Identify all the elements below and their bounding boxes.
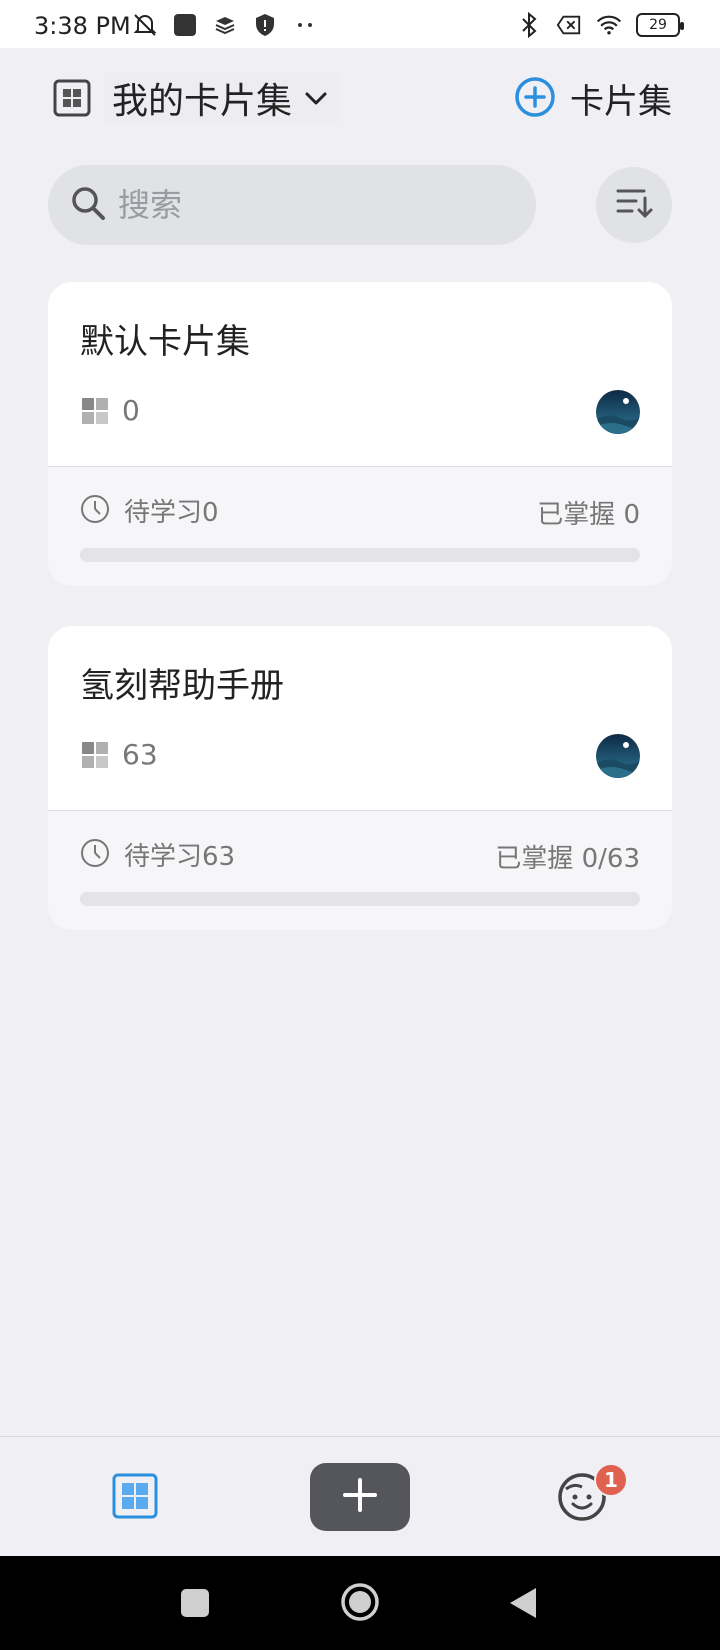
card-count-row: 63 [82,738,158,771]
card-top [48,626,672,810]
smiley-face-icon [556,1473,608,1527]
collection-card[interactable]: 默认卡片集 0 待学习0 已掌握 0 [48,282,672,586]
mastered-text: 已掌握 0 [537,500,640,530]
progress-bar [80,548,640,562]
cards-grid-icon [82,397,108,424]
card-count-row: 0 [82,394,140,427]
plus-icon [342,1477,378,1517]
sort-icon [615,186,653,224]
sort-button[interactable] [596,167,672,243]
card-top [48,282,672,466]
collection-selector[interactable]: 我的卡片集 [104,72,341,124]
back-button[interactable] [508,1586,538,1624]
cards-grid-icon [82,741,108,768]
layers-icon [212,12,238,38]
app-square-icon [172,12,198,38]
more-dots-icon [292,12,318,38]
mute-icon [132,12,158,38]
owner-avatar[interactable] [596,734,640,778]
grid-view-icon[interactable] [52,78,92,118]
chevron-down-icon [302,84,330,112]
add-collection-label: 卡片集 [570,82,672,122]
pending-text: 待学习0 [124,498,219,528]
battery-indicator: 29 [636,13,684,37]
cards-tab-icon [112,1473,158,1523]
collection-card[interactable]: 氢刻帮助手册 63 待学习63 已掌握 0/63 [48,626,672,930]
home-button[interactable] [340,1582,380,1626]
nav-cards-tab[interactable] [112,1473,158,1519]
card-divider [48,810,672,811]
nav-add-button[interactable] [310,1463,410,1531]
status-left-icons [132,12,318,38]
no-sim-icon [556,12,582,38]
mastered-text: 已掌握 0/63 [495,844,640,874]
battery-level: 29 [649,17,667,33]
owner-avatar[interactable] [596,390,640,434]
system-nav-bar [0,1556,720,1650]
notification-badge: 1 [594,1463,628,1497]
shield-icon [252,12,278,38]
plus-circle-icon [514,76,556,122]
recents-button[interactable] [180,1588,210,1622]
card-pending: 待学习63 [80,836,235,873]
card-divider [48,466,672,467]
card-pending: 待学习0 [80,492,219,529]
clock-icon [80,838,110,872]
bottom-nav: 1 [0,1436,720,1556]
clock-icon [80,494,110,528]
header: 我的卡片集 卡片集 [0,48,720,152]
add-collection-button[interactable]: 卡片集 [514,74,672,123]
card-title: 默认卡片集 [80,322,250,362]
card-count: 63 [122,738,158,771]
card-count: 0 [122,394,140,427]
search-input[interactable] [118,186,498,224]
app-screen: 3:38 PM 29 我的卡片集 卡片集 搜索 默认卡片集 0 待学习0 已掌握… [0,0,720,1650]
search-icon [70,185,106,225]
status-right-icons: 29 [516,12,684,38]
status-time: 3:38 PM [34,12,131,40]
status-bar: 3:38 PM 29 [0,0,720,48]
wifi-icon [596,12,622,38]
collection-title: 我的卡片集 [112,81,293,122]
pending-text: 待学习63 [124,842,236,872]
bluetooth-icon [516,12,542,38]
progress-bar [80,892,640,906]
card-title: 氢刻帮助手册 [80,666,284,706]
search-bar[interactable] [48,165,536,245]
